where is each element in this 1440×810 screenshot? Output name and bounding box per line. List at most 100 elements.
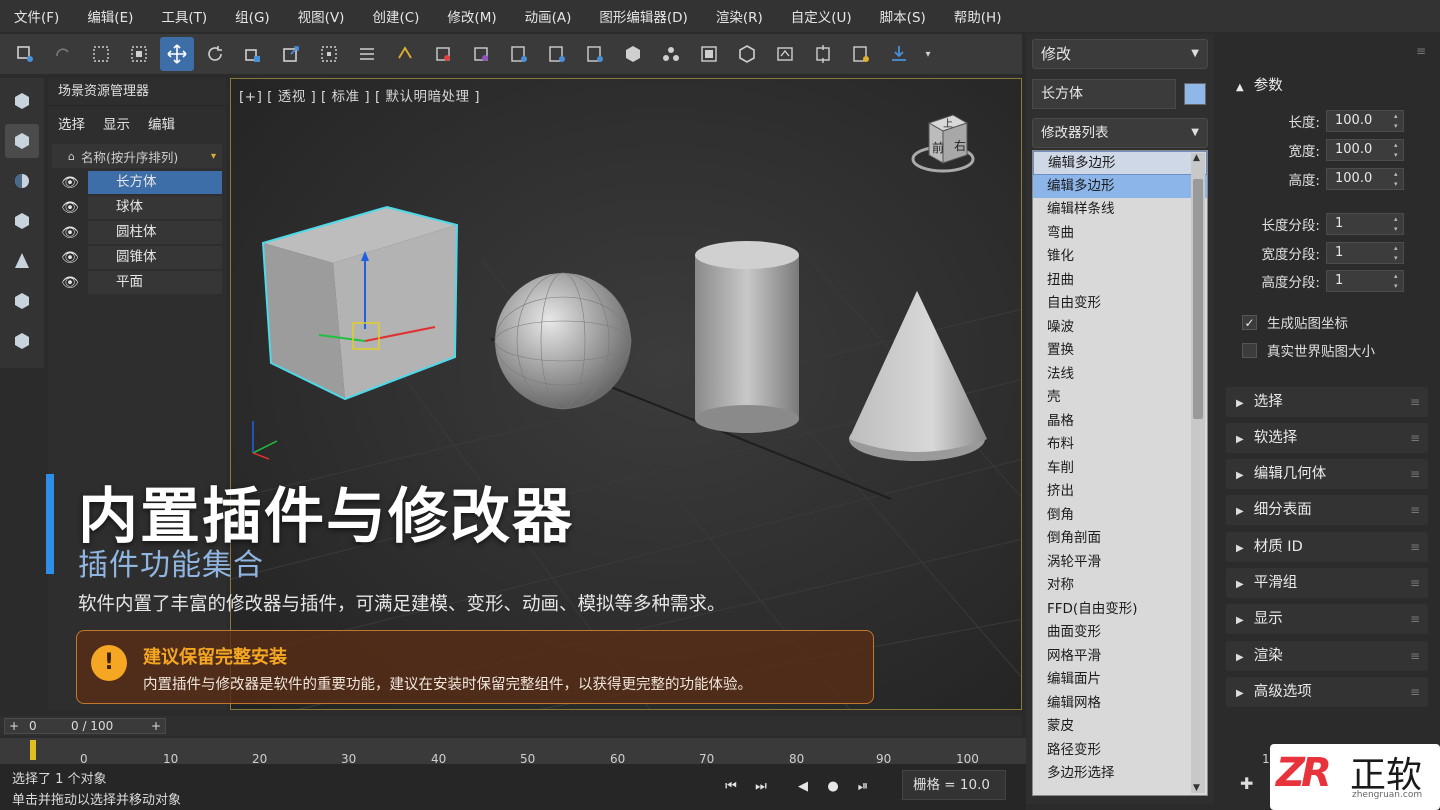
- dropdown-item[interactable]: 倒角剖面: [1033, 527, 1207, 551]
- schematic-view-icon[interactable]: [730, 37, 764, 71]
- align-icon[interactable]: [578, 37, 612, 71]
- lights-icon[interactable]: [5, 164, 39, 198]
- menu-group[interactable]: 组(G): [221, 6, 284, 26]
- dropdown-item[interactable]: 锥化: [1033, 245, 1207, 269]
- length-spinner[interactable]: 100.0: [1326, 110, 1404, 132]
- rollout-subdivision[interactable]: ▶ 细分表面 ≡: [1226, 495, 1428, 525]
- render-icon[interactable]: [882, 37, 916, 71]
- scene-explorer-icon[interactable]: [654, 37, 688, 71]
- select-region-icon[interactable]: [84, 37, 118, 71]
- explorer-column-header[interactable]: ⌂ 名称(按升序排列) ▾: [52, 144, 222, 168]
- dropdown-item[interactable]: 曲面变形: [1033, 621, 1207, 645]
- place-icon[interactable]: [274, 37, 308, 71]
- layer-explorer-icon[interactable]: [616, 37, 650, 71]
- rollout-soft-selection[interactable]: ▶ 软选择 ≡: [1226, 423, 1428, 453]
- menu-scripting[interactable]: 脚本(S): [866, 6, 940, 26]
- menu-file[interactable]: 文件(F): [0, 6, 73, 26]
- menu-views[interactable]: 视图(V): [284, 6, 359, 26]
- object-row-plane[interactable]: 👁 平面: [52, 270, 222, 295]
- current-frame-marker[interactable]: [30, 740, 36, 760]
- menu-create[interactable]: 创建(C): [358, 6, 433, 26]
- explorer-tab-display[interactable]: 显示: [103, 113, 130, 133]
- dropdown-item[interactable]: 扭曲: [1033, 269, 1207, 293]
- scale-icon[interactable]: [236, 37, 270, 71]
- modifier-list-dropdown[interactable]: 修改器列表 ▼: [1032, 118, 1208, 148]
- dropdown-current-item[interactable]: 编辑多边形: [1033, 151, 1207, 175]
- dropdown-item[interactable]: 倒角: [1033, 504, 1207, 528]
- rollout-selection[interactable]: ▶ 选择 ≡: [1226, 387, 1428, 417]
- spacewarps-icon[interactable]: [5, 284, 39, 318]
- object-row-sphere[interactable]: 👁 球体: [52, 195, 222, 220]
- menu-animation[interactable]: 动画(A): [511, 6, 586, 26]
- viewcube-front-label[interactable]: 前: [932, 139, 944, 156]
- eye-icon[interactable]: 👁: [52, 225, 88, 241]
- track-bar[interactable]: 0 10 20 30 40 50 60 70 80 90 100: [0, 738, 1026, 766]
- rollout-render[interactable]: ▶ 渲染 ≡: [1226, 641, 1428, 671]
- eye-icon[interactable]: 👁: [52, 275, 88, 291]
- play-reverse-icon[interactable]: ◀: [788, 779, 818, 794]
- next-key-icon[interactable]: ⏭: [746, 779, 776, 794]
- dropdown-item[interactable]: 置换: [1033, 339, 1207, 363]
- geometry-icon[interactable]: [5, 84, 39, 118]
- rollout-edit-geometry[interactable]: ▶ 编辑几何体 ≡: [1226, 459, 1428, 489]
- unlink-icon[interactable]: [46, 37, 80, 71]
- record-icon[interactable]: ●: [818, 779, 848, 794]
- dropdown-scrollbar[interactable]: ▲ ▼: [1191, 153, 1205, 793]
- viewcube-right-label[interactable]: 右: [954, 137, 966, 154]
- eye-icon[interactable]: 👁: [52, 200, 88, 216]
- window-crossing-icon[interactable]: [122, 37, 156, 71]
- dropdown-item[interactable]: 编辑面片: [1033, 668, 1207, 692]
- edit-named-selection-icon[interactable]: [502, 37, 536, 71]
- dropdown-item[interactable]: 路径变形: [1033, 739, 1207, 763]
- next-frame-icon[interactable]: +: [151, 719, 161, 733]
- dropdown-item[interactable]: 壳: [1033, 386, 1207, 410]
- shapes-icon[interactable]: [5, 124, 39, 158]
- chevron-down-icon[interactable]: ▾: [920, 37, 936, 71]
- dropdown-item[interactable]: 车削: [1033, 457, 1207, 481]
- dropdown-item[interactable]: 编辑样条线: [1033, 198, 1207, 222]
- time-slider-thumb[interactable]: + 0 0 / 100 +: [4, 718, 166, 734]
- go-to-start-icon[interactable]: ⏮: [716, 779, 746, 794]
- viewport-label[interactable]: [+] [ 透视 ] [ 标准 ] [ 默认明暗处理 ]: [239, 85, 480, 105]
- render-setup-icon[interactable]: [806, 37, 840, 71]
- object-name-field[interactable]: 长方体: [1032, 79, 1176, 109]
- dropdown-item[interactable]: 噪波: [1033, 316, 1207, 340]
- object-color-swatch[interactable]: [1184, 83, 1206, 105]
- params-header[interactable]: ▲ 参数: [1236, 74, 1283, 95]
- angle-snap-icon[interactable]: [426, 37, 460, 71]
- object-row-box[interactable]: 👁 长方体: [52, 170, 222, 195]
- viewcube-top-label[interactable]: 上: [943, 115, 953, 130]
- select-by-name-icon[interactable]: [312, 37, 346, 71]
- eye-icon[interactable]: 👁: [52, 250, 88, 266]
- dropdown-item[interactable]: 晶格: [1033, 410, 1207, 434]
- viewport-nav-icon[interactable]: ✚: [1240, 774, 1253, 793]
- curve-editor-icon[interactable]: [692, 37, 726, 71]
- menu-graph-editors[interactable]: 图形编辑器(D): [585, 6, 701, 26]
- rollout-display[interactable]: ▶ 显示 ≡: [1226, 604, 1428, 634]
- scroll-down-icon[interactable]: ▼: [1193, 783, 1200, 793]
- material-editor-icon[interactable]: [768, 37, 802, 71]
- sort-icon[interactable]: ▾: [211, 151, 216, 162]
- explorer-tab-edit[interactable]: 编辑: [148, 113, 175, 133]
- menu-tools[interactable]: 工具(T): [147, 6, 221, 26]
- menu-rendering[interactable]: 渲染(R): [702, 6, 777, 26]
- dropdown-item[interactable]: 编辑多边形: [1033, 174, 1207, 198]
- dropdown-item[interactable]: 网格平滑: [1033, 645, 1207, 669]
- menu-edit[interactable]: 编辑(E): [73, 6, 147, 26]
- rollout-smoothing-groups[interactable]: ▶ 平滑组 ≡: [1226, 568, 1428, 598]
- select-link-icon[interactable]: [8, 37, 42, 71]
- dropdown-item[interactable]: 蒙皮: [1033, 715, 1207, 739]
- systems-icon[interactable]: [5, 324, 39, 358]
- render-frame-icon[interactable]: [844, 37, 878, 71]
- eye-icon[interactable]: 👁: [52, 175, 88, 191]
- modify-dropdown[interactable]: 修改 ▼: [1032, 39, 1208, 69]
- dropdown-item[interactable]: 弯曲: [1033, 222, 1207, 246]
- snap-icon[interactable]: [388, 37, 422, 71]
- dropdown-item[interactable]: 自由变形: [1033, 292, 1207, 316]
- rollout-material-id[interactable]: ▶ 材质 ID ≡: [1226, 532, 1428, 562]
- dropdown-item[interactable]: 编辑网格: [1033, 692, 1207, 716]
- width-segs-spinner[interactable]: 1: [1326, 242, 1404, 264]
- scroll-up-icon[interactable]: ▲: [1193, 153, 1200, 163]
- dropdown-item[interactable]: 法线: [1033, 363, 1207, 387]
- helpers-icon[interactable]: [5, 244, 39, 278]
